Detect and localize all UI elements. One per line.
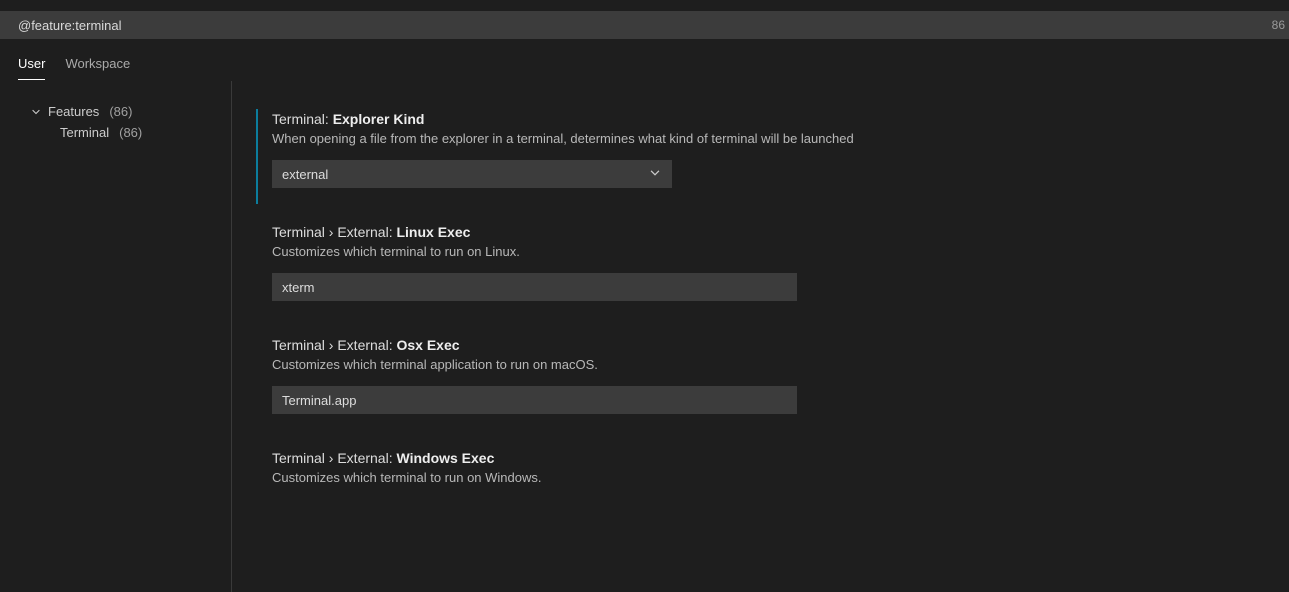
setting-windows-exec: Terminal › External: Windows Exec Custom… [232,440,1289,525]
tree-count: (86) [109,104,132,119]
setting-osx-exec: Terminal › External: Osx Exec Customizes… [232,327,1289,440]
search-result-count: 86 [1272,18,1289,32]
tree-item-terminal[interactable]: Terminal (86) [0,122,231,143]
settings-list: Terminal: Explorer Kind When opening a f… [232,81,1289,592]
setting-title: Terminal › External: Linux Exec [272,224,1269,240]
tree-count: (86) [119,125,142,140]
settings-scope-tabs: User Workspace [0,39,1289,81]
setting-title: Terminal › External: Windows Exec [272,450,1269,466]
setting-explorer-kind: Terminal: Explorer Kind When opening a f… [232,101,1289,214]
osx-exec-input[interactable] [272,386,797,414]
settings-search-input[interactable] [0,11,1272,39]
chevron-down-icon [648,166,662,183]
setting-title: Terminal › External: Osx Exec [272,337,1269,353]
setting-linux-exec: Terminal › External: Linux Exec Customiz… [232,214,1289,327]
tree-label: Features [48,104,99,119]
setting-description: Customizes which terminal to run on Wind… [272,470,1269,485]
setting-description: When opening a file from the explorer in… [272,131,1269,146]
tab-workspace[interactable]: Workspace [65,56,130,80]
tree-item-features[interactable]: Features (86) [0,101,231,122]
explorer-kind-select[interactable]: external [272,160,672,188]
setting-description: Customizes which terminal application to… [272,357,1269,372]
setting-title: Terminal: Explorer Kind [272,111,1269,127]
setting-description: Customizes which terminal to run on Linu… [272,244,1269,259]
settings-tree: Features (86) Terminal (86) [0,81,232,592]
linux-exec-input[interactable] [272,273,797,301]
select-value: external [282,167,328,182]
tab-user[interactable]: User [18,56,45,80]
settings-search-bar[interactable]: 86 [0,11,1289,39]
tree-label: Terminal [60,125,109,140]
chevron-down-icon [30,106,42,118]
